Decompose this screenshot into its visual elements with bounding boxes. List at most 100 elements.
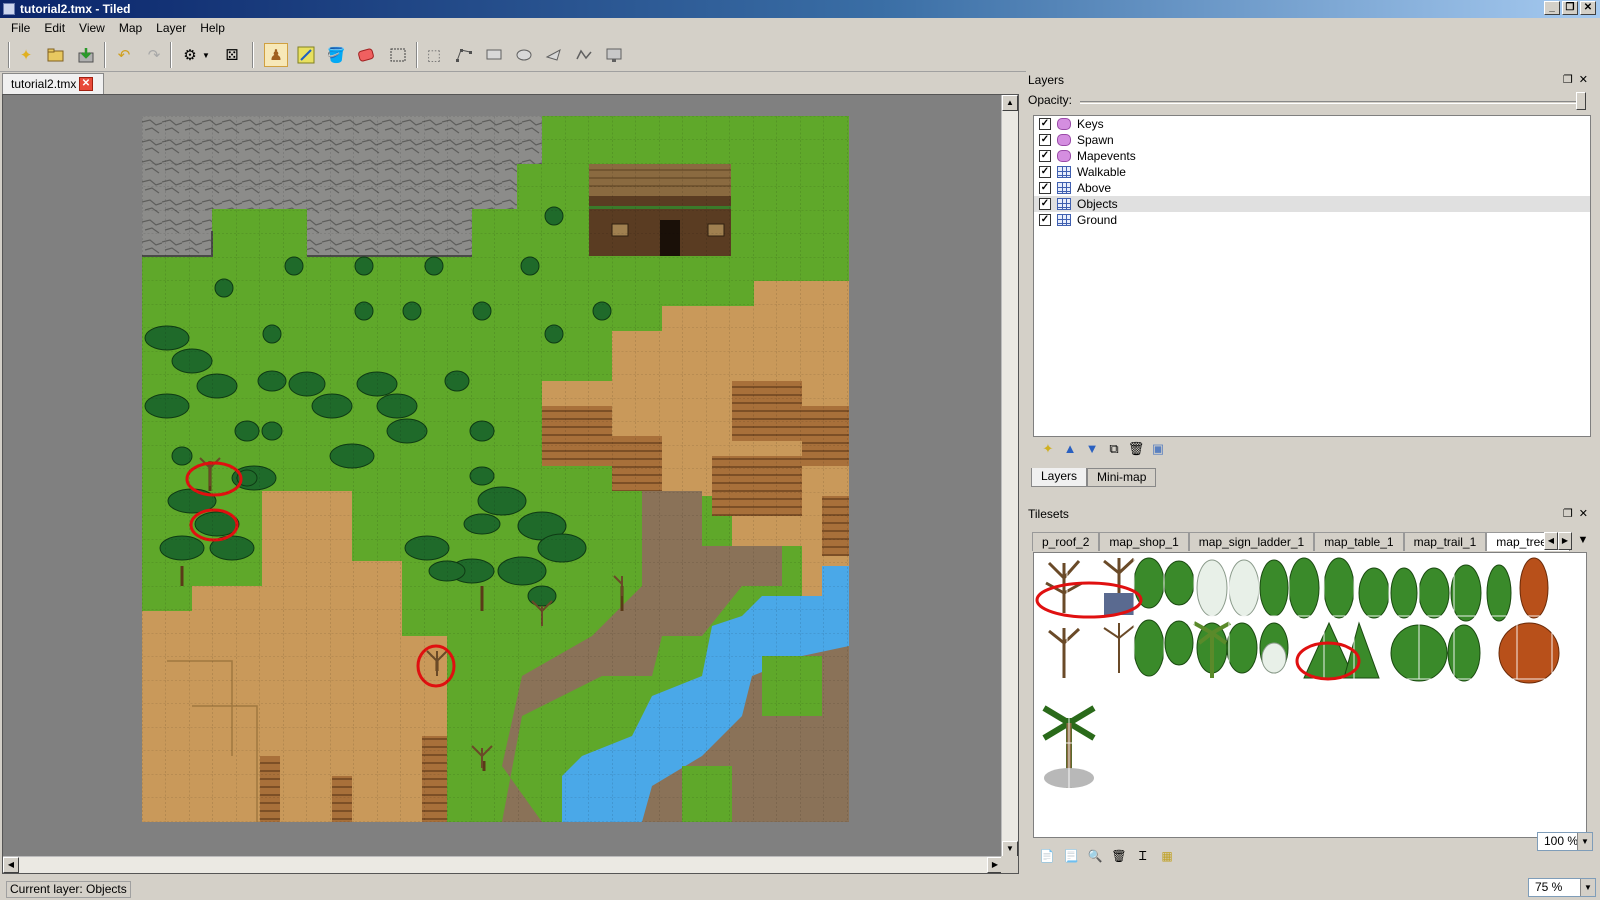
toolbar-separator xyxy=(252,42,254,68)
map-zoom-select[interactable]: 75 % ▼ xyxy=(1528,878,1596,897)
visibility-checkbox[interactable]: ✓ xyxy=(1039,214,1051,226)
opacity-slider-track[interactable] xyxy=(1080,101,1580,104)
close-tab-icon[interactable]: ✕ xyxy=(79,77,93,91)
bucket-fill-icon[interactable]: 🪣 xyxy=(324,43,348,67)
toolbar-separator xyxy=(170,42,172,68)
edit-terrain-icon[interactable]: ▦ xyxy=(1158,847,1176,865)
undo-icon[interactable]: ↶ xyxy=(112,43,136,67)
close-dock-icon[interactable]: ✕ xyxy=(1579,74,1594,86)
eraser-icon[interactable] xyxy=(354,43,378,67)
map-vertical-scrollbar[interactable]: ▲ ▼ xyxy=(1001,95,1018,857)
tileset-view[interactable] xyxy=(1033,552,1587,838)
tab-layers[interactable]: Layers xyxy=(1031,468,1088,487)
opacity-slider-handle[interactable] xyxy=(1576,92,1586,110)
visibility-checkbox[interactable]: ✓ xyxy=(1039,118,1051,130)
toolbar-grip xyxy=(8,42,10,68)
layer-name: Spawn xyxy=(1077,133,1114,147)
visibility-checkbox[interactable]: ✓ xyxy=(1039,182,1051,194)
visibility-checkbox[interactable]: ✓ xyxy=(1039,150,1051,162)
tab-tutorial2-tmx[interactable]: tutorial2.tmx ✕ xyxy=(2,73,104,94)
chevron-down-icon: ▼ xyxy=(1580,879,1595,896)
command-gears-icon[interactable]: ⚙ xyxy=(178,43,202,67)
close-dock-icon[interactable]: ✕ xyxy=(1579,508,1594,520)
insert-tile-icon[interactable] xyxy=(602,43,626,67)
layer-row-objects[interactable]: ✓ Objects xyxy=(1034,196,1590,212)
new-tileset-icon[interactable]: 📄 xyxy=(1038,847,1056,865)
insert-polyline-icon[interactable] xyxy=(572,43,596,67)
scroll-up-arrow-icon[interactable]: ▲ xyxy=(1002,95,1018,111)
layer-actions-toolbar: ✦ ▲ ▼ ⧉ 🗑 ▣ xyxy=(1033,438,1167,460)
menu-view[interactable]: View xyxy=(72,21,112,35)
close-window-button[interactable]: ✕ xyxy=(1580,1,1596,15)
float-dock-icon[interactable]: ❐ xyxy=(1563,74,1579,86)
terrain-brush-icon[interactable] xyxy=(294,43,318,67)
layer-row-walkable[interactable]: ✓ Walkable xyxy=(1034,164,1590,180)
delete-layer-icon[interactable]: 🗑 xyxy=(1127,440,1145,458)
restore-button[interactable]: ❐ xyxy=(1562,1,1578,15)
layer-row-mapevents[interactable]: ✓ Mapevents xyxy=(1034,148,1590,164)
tile-layer-icon xyxy=(1057,198,1071,210)
menu-edit[interactable]: Edit xyxy=(37,21,72,35)
insert-rectangle-icon[interactable] xyxy=(482,43,506,67)
save-file-icon[interactable] xyxy=(74,43,98,67)
map-view: ▲ ▼ ◀ ▶ xyxy=(2,94,1019,874)
layer-row-spawn[interactable]: ✓ Spawn xyxy=(1034,132,1590,148)
scroll-left-arrow-icon[interactable]: ◀ xyxy=(3,857,19,873)
rectangle-select-icon[interactable] xyxy=(386,43,410,67)
layers-dock-title: Layers ❐✕ xyxy=(1026,71,1600,89)
tileset-zoom-select[interactable]: 100 % ▼ xyxy=(1537,832,1593,851)
toggle-other-layers-icon[interactable]: ▣ xyxy=(1149,440,1167,458)
tilesets-title: Tilesets xyxy=(1028,507,1069,521)
tab-mini-map[interactable]: Mini-map xyxy=(1087,468,1157,487)
layer-row-above[interactable]: ✓ Above xyxy=(1034,180,1590,196)
map-horizontal-scrollbar[interactable]: ◀ ▶ xyxy=(3,856,1003,873)
visibility-checkbox[interactable]: ✓ xyxy=(1039,134,1051,146)
tabs-scroll-right-icon[interactable]: ▶ xyxy=(1558,532,1572,550)
random-dice-icon[interactable]: ⚄ xyxy=(220,43,244,67)
new-map-icon[interactable]: ✦ xyxy=(14,43,38,67)
object-layer-icon xyxy=(1057,118,1071,130)
lower-layer-icon[interactable]: ▼ xyxy=(1083,440,1101,458)
tabs-menu-icon[interactable]: ▼ xyxy=(1576,532,1590,550)
tab-tileset-sign-ladder[interactable]: map_sign_ladder_1 xyxy=(1188,532,1315,551)
opacity-label: Opacity: xyxy=(1028,93,1073,107)
layer-row-keys[interactable]: ✓ Keys xyxy=(1034,116,1590,132)
visibility-checkbox[interactable]: ✓ xyxy=(1039,166,1051,178)
tabs-scroll-left-icon[interactable]: ◀ xyxy=(1544,532,1558,550)
tab-tileset-roof[interactable]: p_roof_2 xyxy=(1032,532,1100,551)
menu-file[interactable]: File xyxy=(4,21,37,35)
object-layer-icon xyxy=(1057,134,1071,146)
import-tileset-icon[interactable]: 📃 xyxy=(1062,847,1080,865)
chevron-down-icon: ▼ xyxy=(1577,833,1592,850)
tab-tileset-trail[interactable]: map_trail_1 xyxy=(1403,532,1487,551)
minimize-button[interactable]: _ xyxy=(1544,1,1560,15)
delete-tileset-icon[interactable]: 🗑 xyxy=(1110,847,1128,865)
text-tool-icon[interactable]: Ꮖ xyxy=(1134,847,1152,865)
new-layer-icon[interactable]: ✦ xyxy=(1039,440,1057,458)
select-objects-icon[interactable]: ⬚ xyxy=(422,43,446,67)
menu-layer[interactable]: Layer xyxy=(149,21,193,35)
layers-dock: Layers ❐✕ Opacity: ✓ Keys ✓ Spawn ✓ Mape… xyxy=(1026,71,1600,499)
scroll-down-arrow-icon[interactable]: ▼ xyxy=(1002,841,1018,857)
layer-name: Ground xyxy=(1077,213,1118,227)
layer-row-ground[interactable]: ✓ Ground xyxy=(1034,212,1590,228)
tab-tileset-shop[interactable]: map_shop_1 xyxy=(1099,532,1189,551)
tile-map-canvas[interactable] xyxy=(142,116,849,822)
visibility-checkbox[interactable]: ✓ xyxy=(1039,198,1051,210)
edit-polygons-icon[interactable] xyxy=(452,43,476,67)
tileset-zoom-value: 100 % xyxy=(1544,834,1579,848)
tileset-properties-icon[interactable]: 🔍 xyxy=(1086,847,1104,865)
layers-dock-tabs: Layers Mini-map xyxy=(1031,468,1157,487)
tab-tileset-table[interactable]: map_table_1 xyxy=(1314,532,1404,551)
menu-map[interactable]: Map xyxy=(112,21,149,35)
float-dock-icon[interactable]: ❐ xyxy=(1563,508,1579,520)
raise-layer-icon[interactable]: ▲ xyxy=(1061,440,1079,458)
insert-polygon-icon[interactable] xyxy=(542,43,566,67)
open-file-icon[interactable] xyxy=(44,43,68,67)
insert-ellipse-icon[interactable] xyxy=(512,43,536,67)
menu-help[interactable]: Help xyxy=(193,21,232,35)
command-dropdown-arrow-icon[interactable]: ▼ xyxy=(200,43,212,67)
stamp-brush-icon[interactable]: ♟ xyxy=(264,43,288,67)
redo-icon[interactable]: ↷ xyxy=(142,43,166,67)
duplicate-layer-icon[interactable]: ⧉ xyxy=(1105,440,1123,458)
